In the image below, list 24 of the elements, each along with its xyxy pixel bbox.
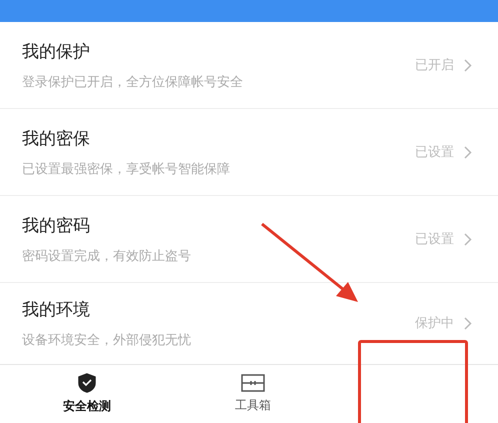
list-item[interactable]: 我的环境 设备环境安全，外部侵犯无忧 保护中: [0, 283, 498, 363]
chevron-icon: [464, 58, 472, 72]
toolbox-icon: [241, 374, 265, 392]
item-subtitle: 密码设置完成，有效防止盗号: [22, 248, 192, 264]
nav-tab[interactable]: 工具箱: [170, 365, 336, 423]
item-title: 我的环境: [22, 298, 91, 320]
chevron-icon: [464, 232, 472, 246]
shield-icon: [78, 373, 96, 393]
chevron-icon: [464, 316, 472, 330]
item-title: 我的保护: [22, 40, 91, 62]
list-item[interactable]: 我的密保 已设置最强密保，享受帐号智能保障 已设置: [0, 109, 498, 196]
list-item[interactable]: 我的保护 登录保护已开启，全方位保障帐号安全 已开启: [0, 22, 498, 109]
nav-tab[interactable]: 安全检测: [4, 365, 170, 423]
item-status: 已设置: [415, 231, 454, 248]
item-title: 我的密保: [22, 128, 91, 150]
item-subtitle: 设备环境安全，外部侵犯无忧: [22, 332, 192, 348]
item-status: 保护中: [415, 315, 454, 332]
item-subtitle: 已设置最强密保，享受帐号智能保障: [22, 160, 231, 178]
item-title: 我的密码: [22, 214, 91, 236]
chevron-icon: [464, 146, 472, 158]
item-subtitle: 登录保护已开启，全方位保障帐号安全: [22, 74, 244, 90]
item-status: 已开启: [415, 57, 454, 74]
list-item[interactable]: 我的密码 密码设置完成，有效防止盗号 已设置: [0, 196, 498, 283]
item-status: 已设置: [415, 144, 454, 161]
